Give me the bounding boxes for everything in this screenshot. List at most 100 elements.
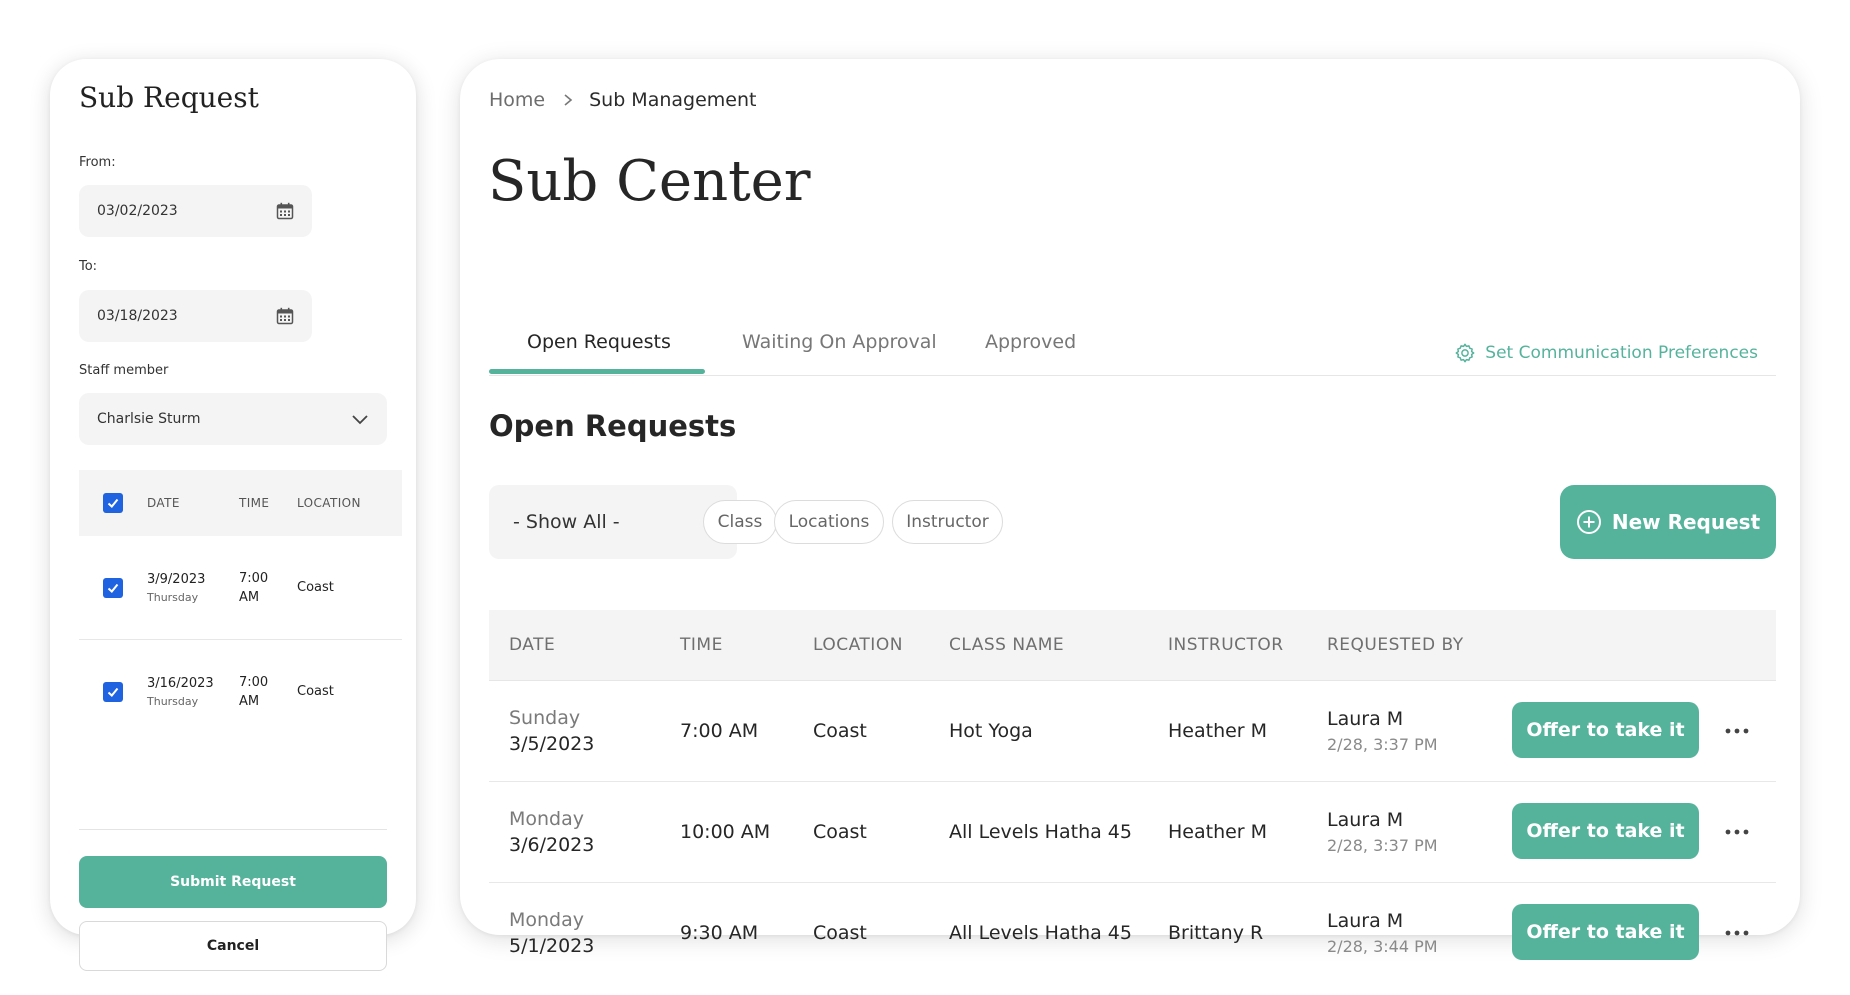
row-date: 3/16/2023 <box>147 675 214 691</box>
row-day: Thursday <box>147 694 199 708</box>
from-date-field[interactable]: 03/02/2023 <box>79 185 312 237</box>
to-date-field[interactable]: 03/18/2023 <box>79 290 312 342</box>
chevron-right-icon <box>563 93 573 107</box>
chevron-down-icon <box>352 415 368 425</box>
row-time-line2: AM <box>239 589 260 605</box>
gear-icon <box>1455 343 1475 363</box>
more-options-icon[interactable] <box>1721 921 1753 945</box>
to-date-value: 03/18/2023 <box>97 308 178 324</box>
tab-waiting-on-approval[interactable]: Waiting On Approval <box>742 269 937 373</box>
show-all-value: - Show All - <box>513 511 620 533</box>
breadcrumb-current: Sub Management <box>589 89 757 111</box>
row-date: 3/6/2023 <box>509 834 595 856</box>
show-all-dropdown[interactable]: - Show All - <box>489 485 737 559</box>
row-date: 5/1/2023 <box>509 935 595 957</box>
select-all-checkbox[interactable] <box>103 493 123 513</box>
row-instructor: Brittany R <box>1168 922 1264 944</box>
table-row: Monday 3/6/2023 10:00 AM Coast All Level… <box>489 782 1776 883</box>
offer-to-take-it-button[interactable]: Offer to take it <box>1512 904 1699 960</box>
header-time: TIME <box>680 635 723 655</box>
comm-pref-label: Set Communication Preferences <box>1485 343 1758 363</box>
header-class-name: CLASS NAME <box>949 635 1065 655</box>
row-location: Coast <box>813 922 867 944</box>
from-date-value: 03/02/2023 <box>97 203 178 219</box>
from-label: From: <box>79 155 116 170</box>
check-icon <box>107 687 119 697</box>
offer-to-take-it-button[interactable]: Offer to take it <box>1512 803 1699 859</box>
header-time: TIME <box>239 496 270 510</box>
new-request-label: New Request <box>1611 510 1761 534</box>
cancel-button[interactable]: Cancel <box>79 921 387 971</box>
row-date: 3/9/2023 <box>147 571 206 587</box>
row-time: 7:00 AM <box>680 720 759 742</box>
row-class-name: Hot Yoga <box>949 720 1033 742</box>
row-location: Coast <box>297 580 334 595</box>
row-requested-by: Laura M <box>1327 708 1404 730</box>
table-row: Monday 5/1/2023 9:30 AM Coast All Levels… <box>489 883 1776 983</box>
more-options-icon[interactable] <box>1721 719 1753 743</box>
row-class-name: All Levels Hatha 45 <box>949 821 1132 843</box>
new-request-button[interactable]: New Request <box>1560 485 1776 559</box>
header-location: LOCATION <box>297 496 361 510</box>
breadcrumb: Home Sub Management <box>489 89 756 111</box>
set-communication-preferences-link[interactable]: Set Communication Preferences <box>1454 342 1758 364</box>
staff-member-label: Staff member <box>79 363 169 378</box>
table-row: Sunday 3/5/2023 7:00 AM Coast Hot Yoga H… <box>489 681 1776 782</box>
header-location: LOCATION <box>813 635 903 655</box>
row-day: Monday <box>509 808 585 830</box>
divider <box>79 829 387 830</box>
row-date: 3/5/2023 <box>509 733 595 755</box>
plus-circle-icon <box>1576 510 1601 534</box>
to-label: To: <box>79 259 98 274</box>
table-row: 3/16/2023 Thursday 7:00 AM Coast <box>79 640 402 743</box>
open-requests-table: DATE TIME LOCATION CLASS NAME INSTRUCTOR… <box>489 610 1776 983</box>
row-class-name: All Levels Hatha 45 <box>949 922 1132 944</box>
row-requested-at: 2/28, 3:37 PM <box>1327 735 1438 754</box>
table-row: 3/9/2023 Thursday 7:00 AM Coast <box>79 536 402 640</box>
sub-request-title: Sub Request <box>79 81 259 114</box>
page-title: Sub Center <box>488 149 811 214</box>
row-requested-at: 2/28, 3:44 PM <box>1327 937 1438 956</box>
row-time: 10:00 AM <box>680 821 771 843</box>
row-requested-by: Laura M <box>1327 809 1404 831</box>
row-time-line1: 7:00 <box>239 674 269 690</box>
check-icon <box>107 498 119 508</box>
row-day: Sunday <box>509 707 581 729</box>
row-checkbox[interactable] <box>103 681 123 702</box>
calendar-icon[interactable] <box>276 307 294 325</box>
row-day: Thursday <box>147 590 199 604</box>
filter-pill-instructor[interactable]: Instructor <box>892 500 1003 544</box>
header-requested-by: REQUESTED BY <box>1327 635 1464 655</box>
sub-request-panel: Sub Request From: 03/02/2023 To: 03/18/2… <box>50 59 416 971</box>
tab-approved[interactable]: Approved <box>985 269 1076 373</box>
breadcrumb-home-link[interactable]: Home <box>489 89 545 111</box>
offer-to-take-it-button[interactable]: Offer to take it <box>1512 702 1699 758</box>
header-date: DATE <box>509 635 556 655</box>
sub-request-class-table: DATE TIME LOCATION 3/9/2023 Thursday 7:0… <box>79 470 402 743</box>
submit-request-button[interactable]: Submit Request <box>79 856 387 908</box>
calendar-icon[interactable] <box>276 202 294 220</box>
row-location: Coast <box>813 720 867 742</box>
more-options-icon[interactable] <box>1721 820 1753 844</box>
row-instructor: Heather M <box>1168 821 1268 843</box>
row-time-line2: AM <box>239 693 260 709</box>
sub-center-panel: Home Sub Management Sub Center Open Requ… <box>460 59 1800 960</box>
staff-member-value: Charlsie Sturm <box>97 411 201 427</box>
active-tab-indicator <box>489 369 705 374</box>
header-instructor: INSTRUCTOR <box>1168 635 1284 655</box>
row-requested-by: Laura M <box>1327 910 1404 932</box>
row-requested-at: 2/28, 3:37 PM <box>1327 836 1438 855</box>
section-title: Open Requests <box>489 409 737 443</box>
row-day: Monday <box>509 909 585 931</box>
row-instructor: Heather M <box>1168 720 1268 742</box>
tab-bar: Open Requests Waiting On Approval Approv… <box>489 269 1776 376</box>
filter-pill-class[interactable]: Class <box>703 500 777 544</box>
table-header: DATE TIME LOCATION CLASS NAME INSTRUCTOR… <box>489 610 1776 681</box>
sub-request-table-header: DATE TIME LOCATION <box>79 470 402 536</box>
row-time: 9:30 AM <box>680 922 759 944</box>
row-checkbox[interactable] <box>103 577 123 598</box>
filter-pill-locations[interactable]: Locations <box>774 500 884 544</box>
header-date: DATE <box>147 496 180 510</box>
tab-open-requests[interactable]: Open Requests <box>527 269 671 373</box>
staff-member-select[interactable]: Charlsie Sturm <box>79 393 387 445</box>
